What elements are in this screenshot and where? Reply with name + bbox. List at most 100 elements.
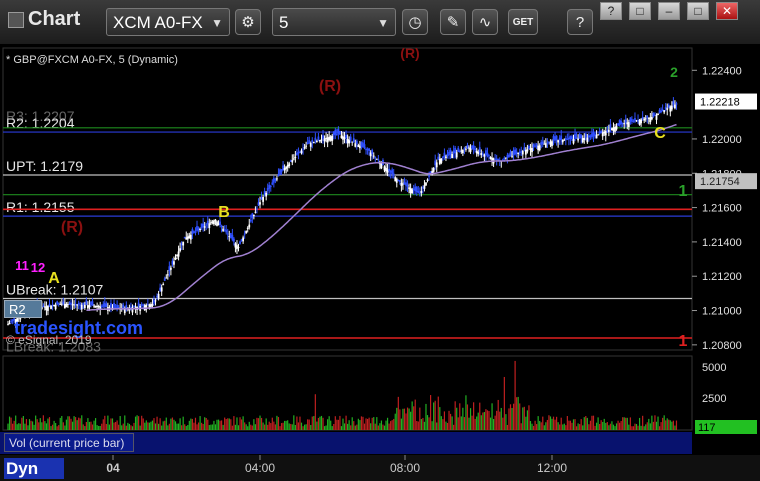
candle-body [509, 151, 512, 157]
chart-canvas[interactable]: R2: 1.2204UPT: 1.2179R1: 1.2155UBreak: 1… [0, 44, 760, 481]
candle-body [245, 231, 248, 234]
candle-body [535, 144, 538, 147]
close-window-button[interactable]: ✕ [716, 2, 738, 20]
annotation-label: (R) [319, 78, 341, 95]
candle-body [465, 148, 467, 150]
candle-body [205, 224, 208, 226]
candle-body [216, 221, 218, 226]
x-tick-label: 04:00 [245, 461, 275, 475]
candle-body [563, 139, 566, 141]
candle-body [285, 166, 288, 169]
candle-body [299, 151, 301, 153]
candle-body [354, 143, 357, 147]
candle-body [325, 137, 327, 139]
candle-body [511, 155, 513, 157]
candle-body [157, 293, 160, 298]
candle-body [45, 306, 48, 311]
candle-body [343, 137, 346, 139]
candle-body [223, 229, 226, 231]
candle-body [254, 211, 257, 213]
candle-body [440, 158, 443, 163]
candle-body [125, 305, 128, 309]
candle-body [162, 284, 165, 286]
x-tick-label: 04 [106, 461, 120, 475]
chart-app-icon [8, 11, 24, 28]
interval-select[interactable]: 5 ▼ [272, 8, 396, 36]
candle-body [8, 323, 11, 325]
candle-body [329, 136, 332, 141]
candle-body [183, 236, 186, 239]
candle-body [140, 304, 143, 306]
candle-body [560, 135, 563, 140]
pencil-icon[interactable]: ✎ [440, 9, 466, 35]
candle-body [411, 189, 414, 194]
candle-body [156, 295, 158, 298]
study-icon[interactable]: ∿ [472, 9, 498, 35]
annotation-label: 2 [670, 64, 678, 80]
candle-body [94, 305, 97, 308]
candle-body [357, 144, 360, 148]
candle-body [280, 169, 283, 173]
candle-body [541, 141, 544, 145]
candle-body [480, 153, 483, 156]
candle-body [503, 157, 506, 160]
candle-body [572, 138, 575, 144]
candle-body [532, 144, 535, 148]
candle-body [604, 131, 607, 136]
clock-icon[interactable]: ◷ [402, 9, 428, 35]
candle-body [228, 236, 231, 238]
candle-body [219, 221, 221, 226]
candle-body [617, 123, 619, 126]
dyn-button[interactable]: Dyn [4, 458, 64, 479]
app-title: Chart [8, 8, 80, 31]
candle-body [655, 114, 658, 120]
candle-body [185, 237, 188, 240]
candle-body [199, 229, 201, 231]
gear-icon[interactable]: ⚙ [235, 9, 261, 35]
candle-body [62, 301, 65, 304]
candle-body [630, 118, 633, 122]
help-window-button[interactable]: ? [600, 2, 622, 20]
candle-body [591, 133, 593, 138]
maximize-window-button[interactable]: □ [687, 2, 709, 20]
candle-body [116, 304, 119, 309]
candle-body [394, 177, 397, 182]
help-icon[interactable]: ? [567, 9, 593, 35]
candle-body [675, 103, 678, 105]
minimize-window-button[interactable]: – [658, 2, 680, 20]
candle-body [345, 134, 347, 139]
symbol-select[interactable]: XCM A0-FX ▼ [106, 8, 230, 36]
candle-body [398, 180, 401, 182]
candle-body [249, 219, 252, 222]
ma-price-tag-label: 1.21754 [700, 176, 740, 188]
candle-body [654, 114, 656, 116]
candle-body [514, 149, 517, 155]
candle-body [589, 135, 592, 138]
candle-body [71, 304, 74, 306]
candle-body [134, 306, 137, 308]
candle-body [332, 131, 335, 136]
candle-body [643, 118, 646, 121]
candle-body [77, 303, 80, 305]
candle-body [236, 245, 238, 250]
candle-body [260, 197, 263, 199]
candle-body [213, 220, 215, 225]
candle-body [666, 108, 669, 110]
volume-study-label[interactable]: Vol (current price bar) [4, 433, 134, 452]
candle-body [618, 120, 621, 125]
candle-body [309, 143, 312, 147]
candle-body [54, 304, 57, 310]
candle-body [438, 158, 441, 165]
last-price-tag-label: 1.22218 [700, 97, 740, 109]
candle-body [229, 232, 232, 238]
candle-body [612, 127, 615, 131]
level-label: R1: 1.2155 [6, 199, 75, 215]
get-icon[interactable]: GET [508, 9, 538, 35]
candle-body [326, 137, 329, 143]
candle-body [495, 158, 498, 160]
level-label-overlapped: R3: 1.2207 [6, 108, 75, 124]
candle-body [133, 305, 135, 308]
candle-body [549, 141, 552, 145]
candle-body [478, 147, 481, 153]
restore-window-button[interactable]: □ [629, 2, 651, 20]
